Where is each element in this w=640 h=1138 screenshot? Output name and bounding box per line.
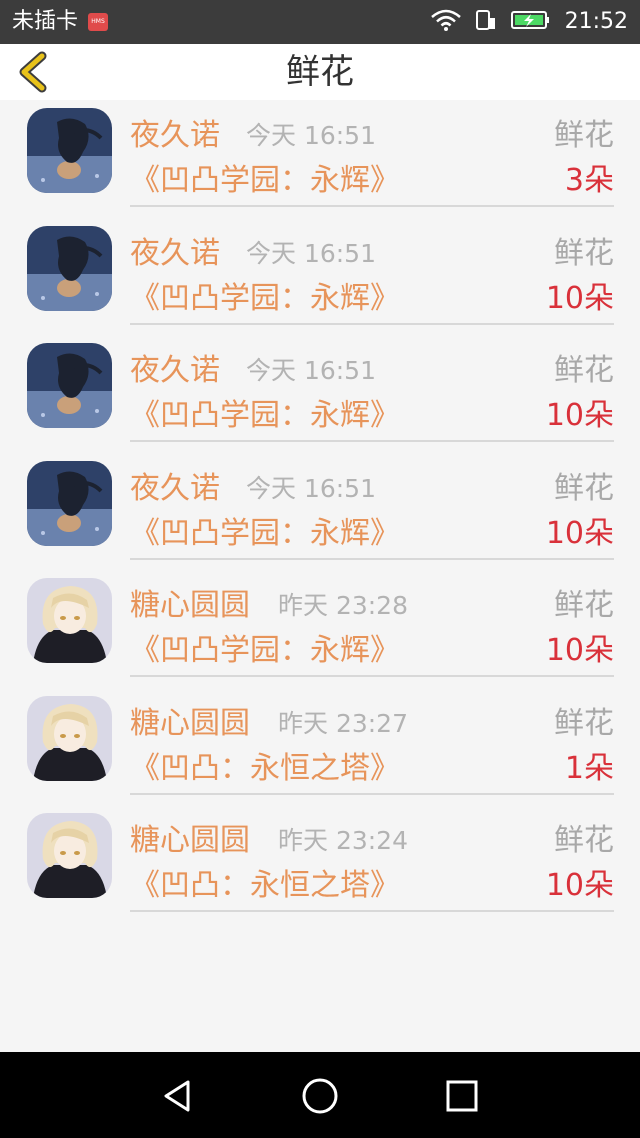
status-bar: 未插卡 HMS 21:52 xyxy=(0,0,640,44)
avatar xyxy=(27,695,112,781)
record-content: 夜久诺 今天 16:51 鲜花 《凹凸学园：永辉》 3朵 xyxy=(130,100,614,207)
nav-back-button[interactable] xyxy=(158,1076,198,1116)
record-content: 夜久诺 今天 16:51 鲜花 《凹凸学园：永辉》 10朵 xyxy=(130,218,614,325)
gift-type: 鲜花 xyxy=(554,823,614,858)
record-time: 今天 16:51 xyxy=(246,356,376,385)
gift-type: 鲜花 xyxy=(554,705,614,741)
book-title: 《凹凸学园：永辉》 xyxy=(130,163,400,198)
carrier-text: 未插卡 xyxy=(12,9,79,34)
gift-type: 鲜花 xyxy=(554,470,614,506)
record-content: 夜久诺 今天 16:51 鲜花 《凹凸学园：永辉》 10朵 xyxy=(130,335,614,442)
record-time: 昨天 23:24 xyxy=(278,826,408,855)
list-item[interactable]: 糖心圆圆 昨天 23:28 鲜花 《凹凸学园：永辉》 10朵 xyxy=(0,570,640,688)
sender-name: 糖心圆圆 xyxy=(130,705,250,741)
sim-icon xyxy=(475,8,497,36)
record-time: 昨天 23:27 xyxy=(278,708,408,738)
list-item[interactable]: 糖心圆圆 昨天 23:24 鲜花 《凹凸：永恒之塔》 10朵 xyxy=(0,805,640,923)
book-title: 《凹凸学园：永辉》 xyxy=(130,515,400,551)
status-left: 未插卡 HMS xyxy=(12,8,109,36)
record-content: 糖心圆圆 昨天 23:27 鲜花 《凹凸：永恒之塔》 1朵 xyxy=(130,688,614,795)
record-content: 糖心圆圆 昨天 23:24 鲜花 《凹凸：永恒之塔》 10朵 xyxy=(130,805,614,912)
battery-charging-icon xyxy=(510,9,551,35)
gift-quantity: 10朵 xyxy=(545,398,614,433)
sender-name: 夜久诺 xyxy=(130,118,220,153)
book-title: 《凹凸：永恒之塔》 xyxy=(130,750,400,786)
navigation-bar xyxy=(0,1052,640,1138)
avatar xyxy=(27,225,112,311)
book-title: 《凹凸：永恒之塔》 xyxy=(130,868,400,903)
back-button[interactable] xyxy=(14,50,54,94)
home-circle-icon xyxy=(302,1078,338,1114)
status-right: 21:52 xyxy=(430,8,628,36)
record-content: 夜久诺 今天 16:51 鲜花 《凹凸学园：永辉》 10朵 xyxy=(130,453,614,560)
record-time: 今天 16:51 xyxy=(246,121,376,150)
gift-type: 鲜花 xyxy=(554,118,614,153)
avatar xyxy=(27,460,112,546)
list-item[interactable]: 夜久诺 今天 16:51 鲜花 《凹凸学园：永辉》 3朵 xyxy=(0,100,640,218)
hms-badge: HMS xyxy=(88,13,109,31)
record-time: 昨天 23:28 xyxy=(278,591,408,620)
avatar xyxy=(27,813,112,898)
gift-quantity: 3朵 xyxy=(564,163,614,198)
back-triangle-icon xyxy=(164,1080,190,1112)
nav-home-button[interactable] xyxy=(300,1076,340,1116)
avatar xyxy=(27,343,112,428)
book-title: 《凹凸学园：永辉》 xyxy=(130,280,400,316)
gift-type: 鲜花 xyxy=(554,353,614,388)
wifi-icon xyxy=(430,9,461,35)
avatar xyxy=(27,578,112,663)
record-time: 今天 16:51 xyxy=(246,238,376,268)
nav-recents-button[interactable] xyxy=(442,1076,482,1116)
flower-record-list: 夜久诺 今天 16:51 鲜花 《凹凸学园：永辉》 3朵 夜久诺 今天 16:5… xyxy=(0,100,640,923)
gift-quantity: 10朵 xyxy=(545,868,614,903)
gift-quantity: 10朵 xyxy=(545,515,614,551)
chevron-left-icon xyxy=(19,51,47,93)
sender-name: 糖心圆圆 xyxy=(130,588,250,623)
recents-square-icon xyxy=(446,1080,478,1112)
gift-quantity: 10朵 xyxy=(545,280,614,316)
clock-time: 21:52 xyxy=(564,9,628,34)
page-title: 鲜花 xyxy=(286,52,354,92)
gift-type: 鲜花 xyxy=(554,235,614,271)
list-item[interactable]: 夜久诺 今天 16:51 鲜花 《凹凸学园：永辉》 10朵 xyxy=(0,218,640,336)
sender-name: 糖心圆圆 xyxy=(130,823,250,858)
book-title: 《凹凸学园：永辉》 xyxy=(130,633,400,668)
list-item[interactable]: 夜久诺 今天 16:51 鲜花 《凹凸学园：永辉》 10朵 xyxy=(0,453,640,571)
record-content: 糖心圆圆 昨天 23:28 鲜花 《凹凸学园：永辉》 10朵 xyxy=(130,570,614,677)
avatar xyxy=(27,108,112,193)
sender-name: 夜久诺 xyxy=(130,470,220,506)
gift-quantity: 10朵 xyxy=(545,633,614,668)
sender-name: 夜久诺 xyxy=(130,353,220,388)
book-title: 《凹凸学园：永辉》 xyxy=(130,398,400,433)
record-time: 今天 16:51 xyxy=(246,473,376,503)
list-item[interactable]: 夜久诺 今天 16:51 鲜花 《凹凸学园：永辉》 10朵 xyxy=(0,335,640,453)
gift-type: 鲜花 xyxy=(554,588,614,623)
header: 鲜花 xyxy=(0,44,640,100)
sender-name: 夜久诺 xyxy=(130,235,220,271)
list-item[interactable]: 糖心圆圆 昨天 23:27 鲜花 《凹凸：永恒之塔》 1朵 xyxy=(0,688,640,806)
gift-quantity: 1朵 xyxy=(564,750,614,786)
